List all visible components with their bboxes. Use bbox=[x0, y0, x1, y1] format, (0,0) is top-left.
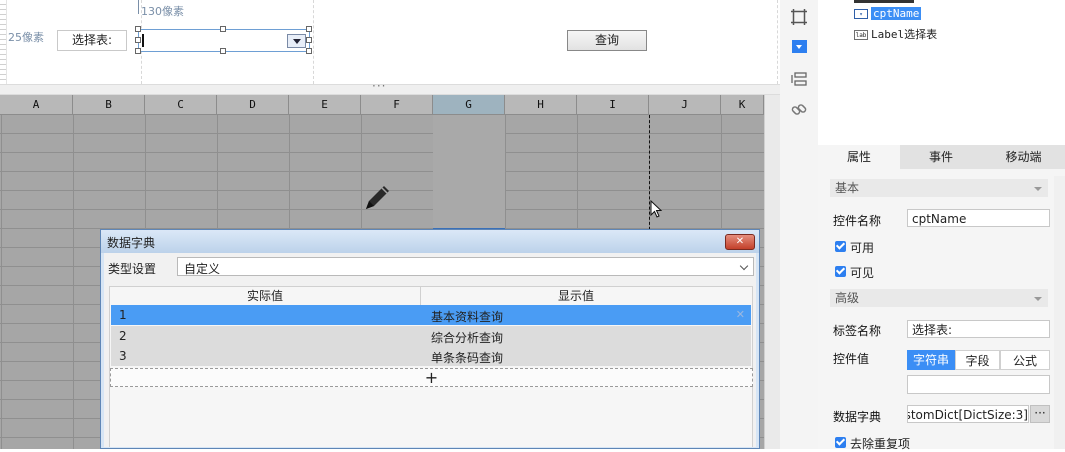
resize-handle[interactable] bbox=[306, 48, 312, 54]
resize-handle[interactable] bbox=[135, 26, 141, 32]
table-row[interactable]: 2 综合分析查询 bbox=[111, 326, 751, 346]
column-header[interactable]: A bbox=[0, 95, 73, 114]
layers-icon[interactable] bbox=[790, 70, 808, 88]
tag-name-label: 标签名称 bbox=[833, 324, 882, 338]
data-dictionary-input[interactable]: ustomDict[DictSize:3] bbox=[907, 405, 1029, 423]
column-header-display[interactable]: 显示值 bbox=[421, 287, 731, 305]
resize-handle[interactable] bbox=[135, 48, 141, 54]
tab-events[interactable]: 事件 bbox=[900, 145, 982, 169]
panel-tabs: 属性 事件 移动端 bbox=[818, 145, 1065, 169]
data-dictionary-dialog: 数据字典 ✕ 类型设置 自定义 实际值 显示值 1 基本资料查询 ✕ 2 综合分… bbox=[100, 229, 760, 449]
display-value-cell[interactable]: 基本资料查询 bbox=[431, 308, 503, 325]
resize-handle[interactable] bbox=[220, 26, 226, 32]
dictionary-table: 实际值 显示值 1 基本资料查询 ✕ 2 综合分析查询 3 单条条码查询 + bbox=[109, 286, 753, 447]
column-header-selected[interactable]: G bbox=[433, 95, 505, 114]
widget-value-input[interactable] bbox=[907, 375, 1050, 394]
label-widget[interactable]: 选择表: bbox=[57, 30, 127, 51]
type-setting-value: 自定义 bbox=[184, 262, 221, 276]
widget-name-label: 控件名称 bbox=[833, 214, 882, 228]
resize-handle[interactable] bbox=[220, 48, 226, 54]
properties-panel: ▾ cptName lab Label选择表 属性 事件 移动端 基本 控件名称 c… bbox=[818, 0, 1065, 451]
actual-value-cell[interactable]: 3 bbox=[119, 349, 127, 363]
pane-splitter[interactable]: ··· bbox=[0, 79, 780, 95]
data-dictionary-label: 数据字典 bbox=[833, 410, 882, 424]
actual-value-cell[interactable]: 1 bbox=[119, 308, 127, 322]
visible-label: 可见 bbox=[850, 266, 875, 280]
dialog-title-bar[interactable]: 数据字典 ✕ bbox=[101, 230, 759, 253]
tab-mobile[interactable]: 移动端 bbox=[982, 145, 1065, 169]
enabled-checkbox[interactable] bbox=[835, 241, 846, 252]
form-design-area[interactable]: 130像素 25像素 选择表: 查询 bbox=[0, 0, 780, 84]
tab-properties[interactable]: 属性 bbox=[818, 145, 900, 169]
label-widget-icon: lab bbox=[854, 30, 868, 40]
text-cursor bbox=[142, 34, 144, 47]
section-basic[interactable]: 基本 bbox=[830, 179, 1048, 197]
dialog-title: 数据字典 bbox=[107, 236, 156, 250]
add-row-button[interactable]: + bbox=[110, 368, 753, 387]
guide-line bbox=[313, 0, 314, 84]
column-header[interactable]: F bbox=[361, 95, 433, 114]
value-type-formula[interactable]: 公式 bbox=[1000, 350, 1050, 370]
vertical-ruler bbox=[0, 0, 7, 84]
delete-row-icon[interactable]: ✕ bbox=[736, 308, 745, 321]
query-button[interactable]: 查询 bbox=[567, 30, 647, 51]
column-header[interactable]: I bbox=[577, 95, 649, 114]
link-icon[interactable] bbox=[790, 101, 808, 119]
tree-item-label: Label选择表 bbox=[871, 28, 938, 41]
mouse-cursor-icon bbox=[650, 200, 663, 218]
actual-value-cell[interactable]: 2 bbox=[119, 329, 127, 343]
tag-name-input[interactable]: 选择表: bbox=[907, 320, 1050, 338]
resize-handle[interactable] bbox=[135, 37, 141, 43]
widget-tree: ▾ cptName lab Label选择表 bbox=[818, 0, 1065, 145]
tree-item-cptname[interactable]: ▾ cptName bbox=[854, 7, 922, 20]
pencil-icon bbox=[366, 186, 389, 209]
splitter-grip: ··· bbox=[372, 79, 387, 93]
close-icon[interactable]: ✕ bbox=[725, 234, 755, 250]
sheet-vertical-scrollbar[interactable] bbox=[764, 95, 781, 449]
tree-item-label-widget[interactable]: lab Label选择表 bbox=[854, 26, 937, 42]
column-header[interactable]: B bbox=[73, 95, 145, 114]
width-dimension-label: 130像素 bbox=[141, 5, 184, 18]
section-advanced[interactable]: 高级 bbox=[830, 289, 1048, 307]
column-header[interactable]: E bbox=[289, 95, 361, 114]
column-header-actual[interactable]: 实际值 bbox=[110, 287, 421, 305]
type-setting-label: 类型设置 bbox=[108, 262, 157, 276]
data-dictionary-edit-button[interactable]: ··· bbox=[1030, 405, 1050, 423]
dedupe-checkbox[interactable] bbox=[835, 437, 846, 448]
side-toolbar bbox=[780, 0, 818, 449]
dropdown-widget-icon[interactable] bbox=[792, 40, 807, 53]
crop-icon[interactable] bbox=[790, 8, 808, 26]
resize-handle[interactable] bbox=[306, 26, 312, 32]
table-row-selected[interactable]: 1 基本资料查询 ✕ bbox=[111, 305, 751, 325]
column-header[interactable]: K bbox=[721, 95, 764, 114]
enabled-label: 可用 bbox=[850, 241, 875, 255]
tree-item-cut-off bbox=[854, 0, 914, 3]
dropdown-arrow-icon[interactable] bbox=[287, 34, 306, 48]
column-header[interactable]: J bbox=[649, 95, 721, 114]
guide-line bbox=[777, 0, 778, 84]
column-header[interactable]: H bbox=[505, 95, 577, 114]
type-setting-select[interactable]: 自定义 bbox=[177, 257, 754, 276]
combo-box-icon: ▾ bbox=[854, 9, 868, 19]
visible-checkbox[interactable] bbox=[835, 266, 846, 277]
widget-name-input[interactable]: cptName bbox=[907, 209, 1050, 227]
width-marker bbox=[138, 0, 140, 14]
widget-value-label: 控件值 bbox=[833, 352, 870, 366]
height-dimension-label: 25像素 bbox=[8, 31, 44, 44]
dialog-body: 类型设置 自定义 实际值 显示值 1 基本资料查询 ✕ 2 综合分析查询 3 单… bbox=[104, 253, 756, 447]
properties-scrollbar[interactable] bbox=[1054, 176, 1065, 449]
column-header[interactable]: C bbox=[145, 95, 217, 114]
selected-column-highlight bbox=[433, 115, 505, 229]
column-header[interactable]: D bbox=[217, 95, 289, 114]
display-value-cell[interactable]: 综合分析查询 bbox=[431, 329, 503, 346]
display-value-cell[interactable]: 单条条码查询 bbox=[431, 349, 503, 366]
column-header-bar: A B C D E F G H I J K bbox=[0, 95, 764, 115]
resize-handle[interactable] bbox=[306, 37, 312, 43]
tree-item-label: cptName bbox=[871, 7, 922, 20]
table-row[interactable]: 3 单条条码查询 bbox=[111, 346, 751, 366]
value-type-string[interactable]: 字符串 bbox=[907, 350, 955, 370]
value-type-field[interactable]: 字段 bbox=[955, 350, 1000, 370]
dedupe-label: 去除重复项 bbox=[850, 437, 911, 451]
